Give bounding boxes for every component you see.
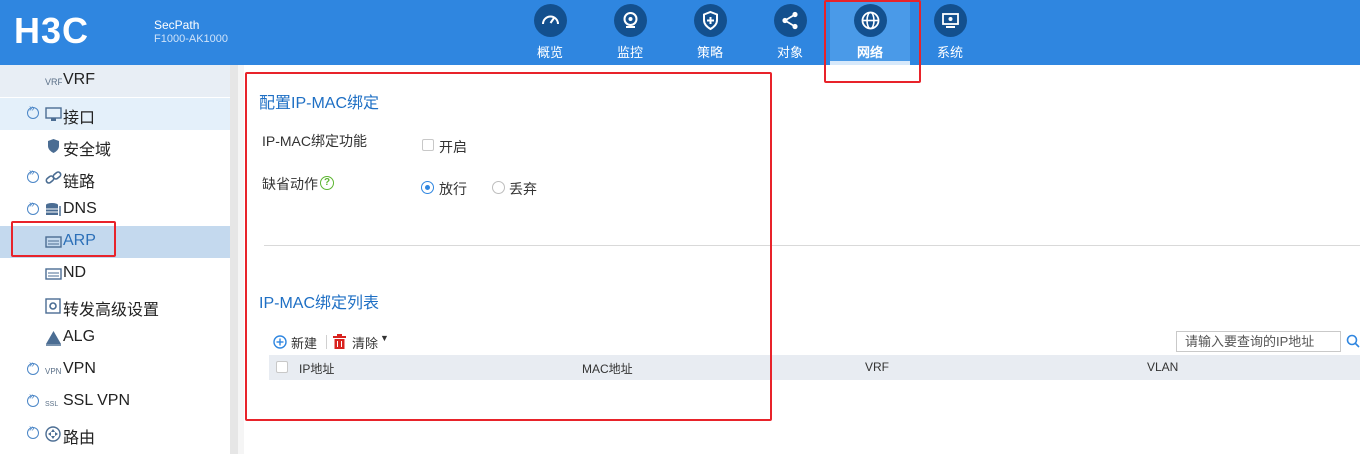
nav-label: 概览 [536, 45, 563, 60]
sidebar-item-label: DNS [63, 200, 97, 217]
monitor-icon [623, 12, 638, 28]
nav-objects[interactable]: 对象 [750, 0, 830, 65]
search-icon[interactable] [1346, 334, 1360, 348]
default-action-label: 缺省动作 [262, 176, 318, 192]
settings-icon [45, 298, 61, 314]
expand-icon[interactable] [27, 423, 39, 439]
expand-icon[interactable] [27, 167, 39, 183]
action-permit-label: 放行 [439, 181, 467, 197]
sidebar-item-vrf[interactable]: VRF VRF [0, 65, 230, 97]
share-nodes-icon [782, 11, 798, 30]
globe-icon [861, 11, 880, 30]
sidebar-item-routing[interactable]: 路由 [0, 418, 230, 450]
enable-checkbox[interactable] [422, 139, 434, 151]
brand-block: SecPath F1000-AK1000 [154, 18, 228, 46]
nav-network[interactable]: 网络 [830, 0, 910, 65]
nav-label: 对象 [776, 45, 803, 60]
sidebar-item-label: ALG [63, 328, 96, 345]
sidebar-scrollbar[interactable] [230, 65, 238, 454]
svg-text:VPN: VPN [45, 367, 62, 376]
vrf-icon: VRF [45, 77, 62, 87]
action-drop-radio[interactable] [492, 181, 505, 194]
link-icon [45, 171, 62, 184]
ip-search-input[interactable] [1176, 331, 1341, 352]
sidebar-item-label: SSL VPN [63, 392, 130, 409]
sidebar-item-label: ARP [63, 232, 96, 249]
sidebar-item-interface[interactable]: 接口 [0, 98, 230, 130]
nav-label: 策略 [696, 45, 723, 60]
sidebar-item-dns[interactable]: DNS [0, 194, 230, 226]
enable-label: IP-MAC绑定功能 [262, 133, 367, 149]
svg-text:SSL: SSL [45, 401, 58, 408]
nav-label: 网络 [856, 45, 883, 60]
trash-icon [333, 334, 346, 349]
select-all-checkbox[interactable] [276, 361, 288, 373]
expand-icon[interactable] [27, 391, 39, 407]
sidebar-item-alg[interactable]: ALG [0, 322, 230, 354]
help-icon[interactable]: ? [320, 176, 334, 190]
column-header-vlan[interactable]: VLAN [1147, 360, 1178, 374]
add-circle-icon [273, 335, 287, 349]
brand-name: SecPath [154, 18, 200, 32]
sidebar-item-label: 链路 [63, 174, 96, 191]
database-icon [46, 203, 61, 216]
sidebar-item-nd[interactable]: ND [0, 258, 230, 290]
column-header-mac[interactable]: MAC地址 [582, 360, 633, 377]
sidebar-item-label: 转发高级设置 [63, 302, 160, 319]
action-drop-label: 丢弃 [509, 181, 537, 197]
sidebar-item-label: VPN [63, 360, 96, 377]
arp-icon [45, 236, 62, 248]
nav-policy[interactable]: 策略 [670, 0, 750, 65]
clear-button-label: 清除 [352, 336, 379, 351]
sidebar-item-label: ND [63, 264, 87, 281]
expand-icon[interactable] [27, 199, 39, 215]
column-header-vrf[interactable]: VRF [865, 360, 889, 374]
nd-icon [45, 268, 62, 280]
ssl-vpn-icon: SSL [45, 401, 58, 408]
svg-text:VRF: VRF [45, 77, 62, 87]
svg-text:H3C: H3C [14, 14, 89, 46]
sidebar-item-label: 安全域 [63, 142, 112, 159]
interface-icon [45, 107, 62, 121]
h3c-logo: H3C [14, 14, 89, 46]
top-header: H3C SecPath F1000-AK1000 概览 监控 策略 对象 网络 … [0, 0, 1360, 65]
nav-overview[interactable]: 概览 [510, 0, 590, 65]
expand-icon[interactable] [27, 359, 39, 375]
sidebar-item-link[interactable]: 链路 [0, 162, 230, 194]
sidebar-item-vpn[interactable]: VPN VPN [0, 354, 230, 386]
expand-icon[interactable] [27, 103, 39, 119]
vpn-icon: VPN [45, 367, 62, 376]
sidebar-item-label: 接口 [63, 110, 96, 127]
sidebar-item-security-zone[interactable]: 安全域 [0, 130, 230, 162]
nav-monitor[interactable]: 监控 [590, 0, 670, 65]
dashboard-icon [542, 15, 559, 25]
shield-icon [48, 139, 59, 153]
sidebar: VRF VRF 接口 安全域 链路 DNS [0, 65, 230, 454]
device-model: F1000-AK1000 [154, 33, 228, 45]
sidebar-item-forwarding-advanced[interactable]: 转发高级设置 [0, 290, 230, 322]
nav-label: 系统 [936, 45, 963, 60]
table-header: IP地址 MAC地址 VRF VLAN [269, 355, 1360, 380]
section-divider [264, 245, 1360, 246]
shield-plus-icon [703, 10, 718, 31]
sidebar-item-ssl-vpn[interactable]: SSL SSL VPN [0, 386, 230, 418]
action-permit-radio[interactable] [421, 181, 434, 194]
routing-icon [45, 426, 61, 442]
list-title: IP-MAC绑定列表 [259, 295, 380, 312]
nav-label: 监控 [616, 45, 643, 60]
caret-down-icon: ▼ [380, 333, 389, 343]
sidebar-item-label: VRF [63, 71, 95, 88]
system-icon [942, 13, 959, 28]
column-header-ip[interactable]: IP地址 [299, 360, 334, 377]
toolbar-separator [326, 335, 327, 349]
config-title: 配置IP-MAC绑定 [259, 95, 380, 112]
alg-icon [46, 331, 61, 346]
main-content: 配置IP-MAC绑定 IP-MAC绑定功能 开启 缺省动作 ? 放行 丢弃 IP… [244, 65, 1360, 454]
new-button-label: 新建 [291, 336, 318, 351]
enable-option-label: 开启 [439, 139, 467, 155]
sidebar-item-arp[interactable]: ARP [0, 226, 230, 258]
nav-system[interactable]: 系统 [910, 0, 990, 65]
sidebar-item-label: 路由 [63, 430, 96, 447]
